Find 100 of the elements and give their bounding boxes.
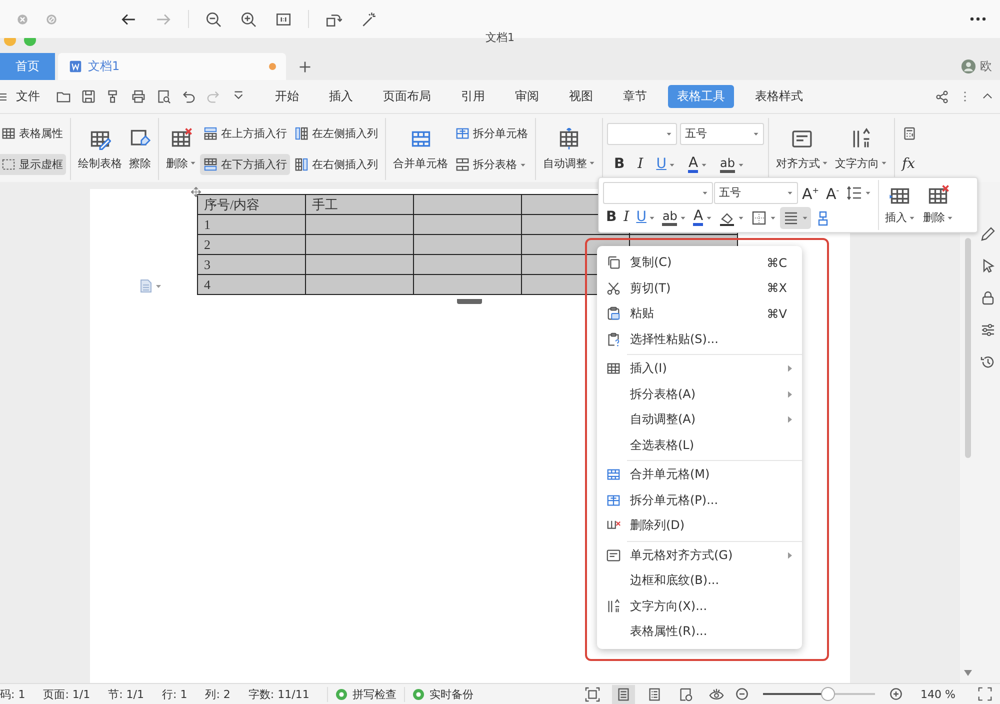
menu-item[interactable]: 自动调整(A)	[597, 407, 802, 432]
scrollbar-thumb[interactable]	[965, 238, 971, 458]
ribbon-tab[interactable]: 开始	[266, 85, 308, 108]
menu-item[interactable]: 复制(C) ⌘C	[597, 250, 802, 276]
font-color-button[interactable]: A	[683, 154, 712, 176]
unsaved-dot-icon	[269, 63, 276, 70]
menu-item[interactable]: 插入(I)	[597, 356, 802, 382]
table-pencil-button[interactable]: 绘制表格	[75, 118, 125, 180]
document-tab[interactable]: 文档1	[58, 53, 286, 80]
font-size-field[interactable]: 五号	[714, 182, 798, 204]
dashed-frame-button[interactable]: 显示虚框	[0, 154, 66, 175]
grow-font-button[interactable]: A$^{+}$	[799, 182, 822, 204]
dashed-frame-icon	[1, 157, 16, 172]
table-column-button[interactable]: 在右侧插入列	[291, 154, 381, 175]
print-icon	[131, 89, 146, 104]
menu-item[interactable]: 边框和底纹(B)...	[597, 568, 802, 594]
menu-item[interactable]: 文字方向(X)...	[597, 594, 802, 619]
menu-item[interactable]: 删除列(D)	[597, 513, 802, 538]
autofit-icon	[558, 128, 580, 150]
slider-thumb[interactable]	[820, 687, 835, 701]
caret-down-icon	[738, 162, 744, 168]
bold-button[interactable]: B	[609, 154, 630, 176]
status-text: 列: 2	[205, 686, 232, 702]
history-icon	[980, 354, 996, 370]
menu-item[interactable]: 表格属性(R)...	[597, 619, 802, 644]
ribbon-tab[interactable]: 视图	[560, 85, 602, 108]
split-table-icon	[455, 157, 470, 172]
table-icon	[606, 361, 621, 376]
menu-item[interactable]: 全选表格(L)	[597, 432, 802, 458]
caret-down-icon	[666, 130, 672, 136]
caret-down-icon	[802, 214, 808, 220]
table-column-button[interactable]: 在左侧插入列	[291, 123, 381, 144]
bold-button[interactable]: B	[603, 206, 620, 228]
zoom-out-button[interactable]	[736, 688, 748, 700]
split-table-button[interactable]: 拆分表格	[452, 154, 531, 175]
split-cells-button[interactable]: 拆分单元格	[452, 123, 531, 144]
zoom-out-icon	[736, 688, 748, 700]
alignment-button[interactable]: 对齐方式	[773, 118, 831, 180]
zoom-in-icon	[240, 10, 257, 28]
text-direction-button[interactable]: 文字方向	[832, 118, 890, 180]
fullscreen-icon	[978, 687, 992, 701]
plus-icon	[298, 60, 312, 74]
history-button[interactable]	[980, 354, 996, 370]
font-size-field[interactable]: 五号	[680, 122, 764, 144]
ribbon-tab[interactable]: 章节	[614, 85, 656, 108]
menu-item[interactable]: 拆分表格(A)	[597, 382, 802, 407]
table-column-icon	[294, 126, 309, 141]
table-row-button[interactable]: 在下方插入行	[200, 154, 290, 175]
ribbon-tab[interactable]: 插入	[320, 85, 362, 108]
eraser-button[interactable]: 擦除	[126, 118, 154, 180]
font-field[interactable]	[607, 122, 677, 144]
sliders-button[interactable]	[980, 322, 996, 338]
shortcut-text: ⌘V	[766, 306, 787, 321]
autofit-button[interactable]: 自动调整	[540, 118, 598, 180]
menu-item[interactable]: 单元格对齐方式(G)	[597, 542, 802, 568]
move-handle-icon[interactable]	[191, 187, 201, 197]
formula-button[interactable]: fx	[899, 154, 920, 175]
table-properties-button[interactable]: 表格属性	[0, 123, 66, 144]
menu-item[interactable]: 剪切(T) ⌘X	[597, 276, 802, 301]
lock-button[interactable]	[980, 290, 996, 306]
menu-item[interactable]: 选择性粘贴(S)...	[597, 326, 802, 352]
font-field[interactable]	[603, 182, 713, 204]
sliders-icon	[980, 322, 996, 338]
caret-down-icon	[909, 214, 916, 220]
scroll-down-icon[interactable]	[964, 670, 972, 676]
highlight-button[interactable]: ab	[715, 154, 750, 176]
caret-down-icon	[190, 160, 196, 166]
table-delete-button[interactable]: 删除	[163, 118, 199, 180]
table-delete-button[interactable]: 删除	[921, 180, 956, 230]
caret-down-icon	[947, 214, 954, 220]
italic-button[interactable]: I	[632, 154, 648, 176]
caret-down-icon	[865, 190, 872, 196]
table-insert-button[interactable]: 插入	[883, 180, 918, 230]
status-toggle[interactable]: 实时备份	[404, 686, 482, 702]
zoom-in-button[interactable]	[890, 688, 902, 700]
pen-button[interactable]	[980, 226, 996, 242]
table-row-button[interactable]: 在上方插入行	[200, 123, 290, 144]
italic-button[interactable]: I	[620, 206, 632, 228]
align-button[interactable]	[780, 206, 812, 228]
file-menu[interactable]: 文件	[0, 88, 48, 105]
merge-cells-button[interactable]: 合并单元格	[390, 118, 451, 180]
ribbon-tab[interactable]: 页面布局	[374, 85, 440, 108]
ribbon-tab[interactable]: 审阅	[506, 85, 548, 108]
ribbon-tab[interactable]: 表格样式	[746, 85, 812, 108]
more-icon	[963, 90, 967, 103]
undo-icon	[181, 89, 196, 104]
menu-item[interactable]: 合并单元格(M)	[597, 462, 802, 488]
status-toggle[interactable]: 拼写检查	[327, 686, 404, 702]
underline-button[interactable]: U	[651, 154, 680, 176]
ribbon-tab[interactable]: 引用	[452, 85, 494, 108]
page-view-button[interactable]	[612, 684, 635, 704]
shrink-font-button[interactable]: A$^{-}$	[822, 182, 842, 204]
add-row-handle[interactable]	[457, 299, 482, 304]
table-column-icon	[294, 157, 309, 172]
caret-down-icon	[770, 214, 776, 220]
menu-item[interactable]: 粘贴 ⌘V	[597, 301, 802, 326]
table-cell: 序号/内容	[198, 194, 306, 214]
frame-icon	[585, 686, 600, 702]
menu-item[interactable]: 拆分单元格(P)...	[597, 488, 802, 513]
window-title: 文档1	[486, 32, 514, 46]
